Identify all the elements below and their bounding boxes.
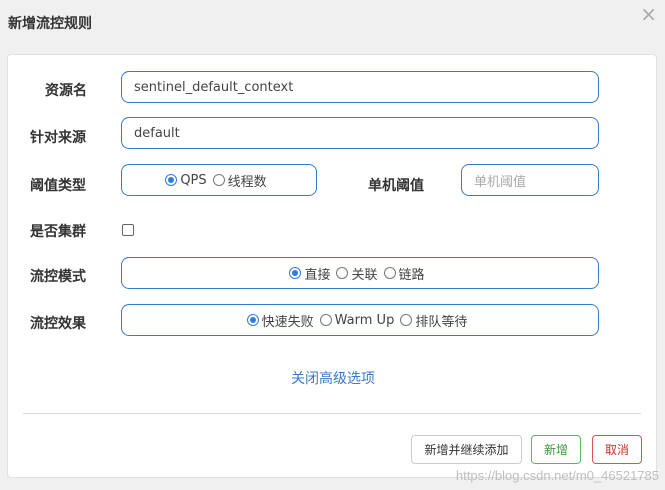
radio-checked-icon xyxy=(246,314,259,326)
flow-effect-group: 快速失败 Warm Up 排队等待 xyxy=(121,304,599,336)
threshold-type-threads-option[interactable]: 线程数 xyxy=(212,171,267,190)
threshold-type-group: QPS 线程数 xyxy=(121,164,317,196)
single-threshold-input[interactable]: 单机阈值 xyxy=(461,164,599,196)
radio-checked-icon xyxy=(289,267,302,279)
threshold-type-label: 阈值类型 xyxy=(30,178,86,194)
flow-mode-chain-label: 链路 xyxy=(398,267,425,283)
flow-effect-label: 流控效果 xyxy=(30,316,86,332)
add-and-continue-button[interactable]: 新增并继续添加 xyxy=(411,435,522,464)
flow-effect-fast-fail-label: 快速失败 xyxy=(261,314,314,330)
radio-unchecked-icon xyxy=(383,267,396,279)
radio-checked-icon xyxy=(165,174,178,186)
form-panel: 资源名 sentinel_default_context 针对来源 defaul… xyxy=(7,54,657,478)
divider xyxy=(23,413,641,414)
origin-label: 针对来源 xyxy=(30,130,86,146)
flow-effect-queue-label: 排队等待 xyxy=(415,314,468,330)
origin-input[interactable]: default xyxy=(121,117,599,149)
resource-label: 资源名 xyxy=(45,83,87,99)
dialog-title: 新增流控规则 xyxy=(8,16,92,32)
flow-mode-direct-option[interactable]: 直接 xyxy=(289,264,330,283)
toggle-advanced-options-link[interactable]: 关闭高级选项 xyxy=(8,368,658,388)
threshold-type-qps-option[interactable]: QPS xyxy=(165,172,207,188)
single-threshold-label: 单机阈值 xyxy=(368,178,424,194)
flow-mode-direct-label: 直接 xyxy=(304,267,331,283)
flow-mode-group: 直接 关联 链路 xyxy=(121,257,599,289)
cancel-button[interactable]: 取消 xyxy=(592,435,642,464)
radio-unchecked-icon xyxy=(319,314,332,326)
radio-unchecked-icon xyxy=(336,267,349,279)
flow-mode-label: 流控模式 xyxy=(30,269,86,285)
threshold-type-threads-label: 线程数 xyxy=(227,174,267,190)
flow-mode-relate-label: 关联 xyxy=(351,267,378,283)
flow-mode-chain-option[interactable]: 链路 xyxy=(383,264,425,283)
flow-effect-queue-option[interactable]: 排队等待 xyxy=(400,311,467,330)
flow-effect-warm-up-option[interactable]: Warm Up xyxy=(319,312,395,328)
watermark: https://blog.csdn.net/m0_46521785 xyxy=(455,468,659,483)
radio-unchecked-icon xyxy=(212,174,225,186)
flow-effect-fast-fail-option[interactable]: 快速失败 xyxy=(246,311,314,330)
flow-mode-relate-option[interactable]: 关联 xyxy=(336,264,378,283)
cluster-checkbox[interactable] xyxy=(122,224,134,236)
flow-effect-warm-up-label: Warm Up xyxy=(334,312,395,328)
threshold-type-qps-label: QPS xyxy=(180,172,207,188)
radio-unchecked-icon xyxy=(400,314,413,326)
cluster-label: 是否集群 xyxy=(30,224,86,240)
close-icon[interactable]: × xyxy=(640,2,657,26)
add-button[interactable]: 新增 xyxy=(531,435,581,464)
resource-input[interactable]: sentinel_default_context xyxy=(121,71,599,103)
